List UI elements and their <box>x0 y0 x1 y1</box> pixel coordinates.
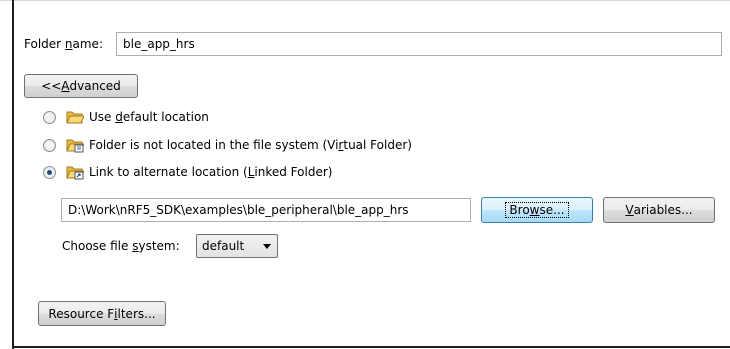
window-top-border <box>0 0 730 1</box>
advanced-toggle-button[interactable]: << Advanced <box>24 74 138 98</box>
linked-folder-radio[interactable] <box>43 166 56 179</box>
virtual-folder-radio[interactable] <box>43 139 56 152</box>
chevron-down-icon <box>263 244 271 249</box>
resource-filters-button[interactable]: Resource Fi lters... <box>38 301 166 326</box>
file-system-selected-value: default <box>202 239 245 253</box>
linked-folder-icon <box>66 166 84 180</box>
folder-icon <box>66 111 84 124</box>
file-system-label: Choose file system: <box>62 239 180 253</box>
window-left-border <box>12 0 14 349</box>
folder-name-label: Folder name: <box>24 37 103 51</box>
variables-button[interactable]: Variables... <box>603 197 715 223</box>
file-system-select[interactable]: default <box>196 234 278 258</box>
browse-button[interactable]: Browse... <box>481 197 593 223</box>
use-default-location-radio[interactable] <box>43 111 56 124</box>
use-default-location-label: Use default location <box>89 110 209 124</box>
folder-name-input[interactable]: ble_app_hrs <box>116 32 722 56</box>
virtual-folder-icon <box>66 139 84 153</box>
linked-location-input[interactable]: D:\Work\nRF5_SDK\examples\ble_peripheral… <box>61 198 471 222</box>
virtual-folder-label: Folder is not located in the file system… <box>89 138 412 152</box>
window-bottom-border <box>12 346 730 348</box>
linked-folder-label: Link to alternate location (Linked Folde… <box>89 165 333 179</box>
